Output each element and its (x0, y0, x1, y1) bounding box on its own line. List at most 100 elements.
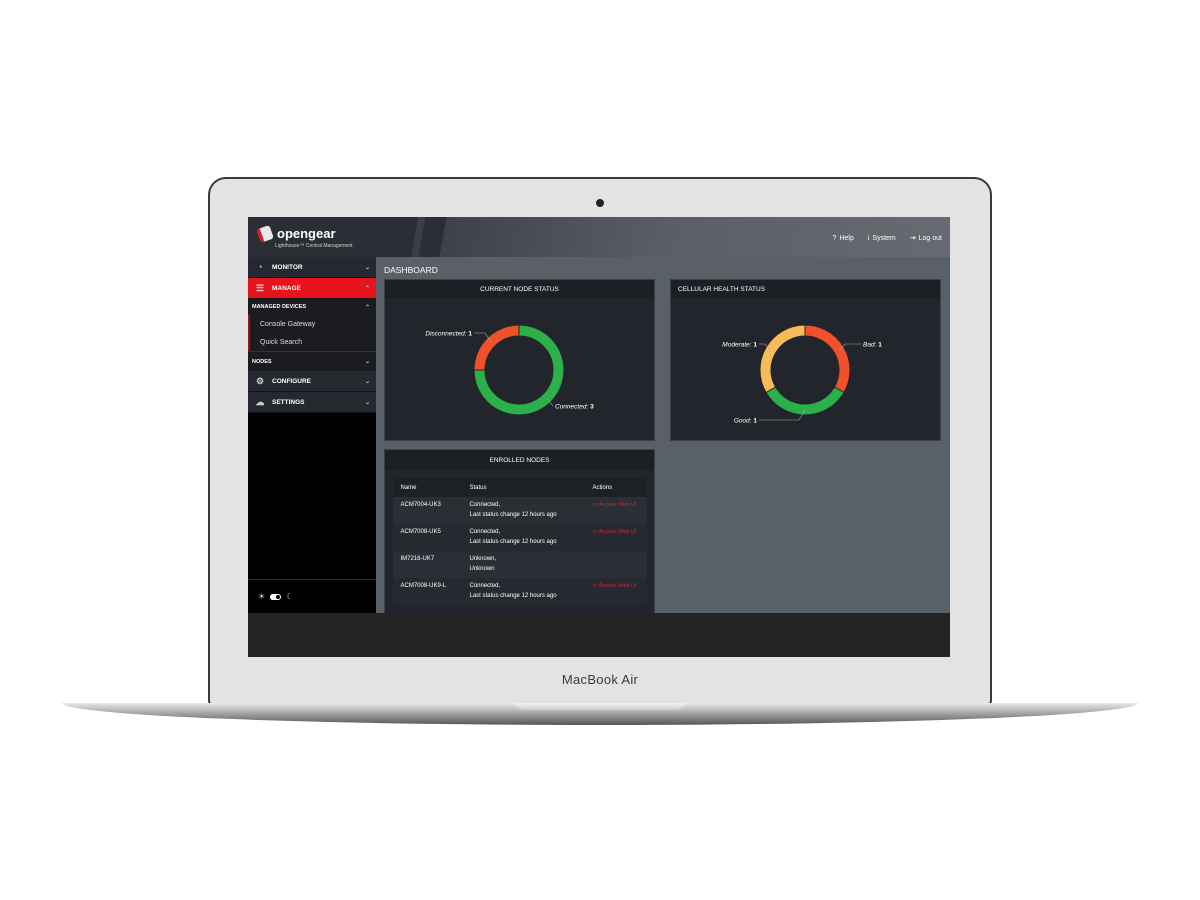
status-detail: Last status change 12 hours ago (469, 592, 557, 599)
top-links: ? Help i System ⇥ Log out (833, 234, 942, 243)
node-status-donut: Connected: 3 Disconnected: 1 (425, 324, 594, 416)
status-detail: Last status change 12 hours ago (469, 511, 557, 518)
action-label: Access Web UI (598, 529, 637, 535)
data-label: Disconnected: 1 (425, 331, 472, 338)
table-row: ACM7004-UK3 Connected, Last status change… (392, 497, 647, 524)
laptop-notch (515, 703, 685, 710)
chevron-up-icon: ⌃ (364, 304, 370, 311)
panel-title: CURRENT NODE STATUS (385, 280, 654, 298)
access-web-ui-link[interactable]: ▭ Access Web UI (593, 529, 637, 535)
system-label: System (872, 234, 896, 242)
node-status-panel: CURRENT NODE STATUS Connected: 3 Disconne… (384, 279, 655, 441)
chevron-down-icon: ⌄ (364, 264, 370, 271)
status-line: Unknown, (469, 556, 497, 562)
panel-title: CELLULAR HEALTH STATUS (671, 280, 940, 298)
node-status: Connected, Last status change 12 hours ag… (461, 578, 585, 605)
sidebar-item-label: MONITOR (272, 263, 303, 271)
chevron-down-icon: ⌄ (364, 399, 370, 406)
moon-icon: ☾ (286, 592, 294, 601)
app-window: opengear Lighthouse™ Central Management … (248, 217, 950, 613)
theme-toggle[interactable] (270, 593, 282, 600)
node-name: ACM7008-UK5 (392, 524, 462, 551)
cellular-health-donut: Bad: 1 Good: 1 Moderate: 1 (722, 324, 882, 425)
table-row: IM7216-UK7 Unknown, Unknown (392, 551, 647, 578)
sidebar-item-quick-search[interactable]: Quick Search (248, 333, 376, 351)
table-row: ACM7008-UK5 Connected, Last status change… (392, 524, 647, 551)
sidebar-item-label: CONFIGURE (272, 377, 311, 385)
donut-slice-moderate[interactable] (759, 324, 806, 394)
sidebar-item-configure[interactable]: ⚙ CONFIGURE ⌄ (248, 371, 376, 392)
access-web-ui-link[interactable]: ▭ Access Web UI (593, 583, 637, 589)
data-label: Moderate: 1 (722, 342, 757, 349)
node-name: ACM7004-UK3 (392, 497, 462, 524)
logo-subtitle: Lighthouse™ Central Management (275, 243, 353, 249)
sidebar-item-label: SETTINGS (272, 398, 305, 406)
status-detail: Last status change 12 hours ago (469, 538, 557, 545)
logout-icon: ⇥ (909, 235, 916, 242)
help-circle-icon: ? (832, 234, 837, 242)
monitor-config-icon: ⚙ (255, 376, 265, 386)
chevron-up-icon: ⌃ (364, 285, 370, 292)
sidebar-item-console-gateway[interactable]: Console Gateway (248, 315, 376, 333)
status-line: Connected, (469, 529, 501, 535)
camera (596, 199, 604, 207)
action-label: Access Web UI (598, 583, 637, 589)
top-bar: opengear Lighthouse™ Central Management … (248, 217, 950, 257)
node-name: ACM7008-UK9-L (392, 578, 462, 605)
status-line: Connected, (469, 583, 501, 589)
devices-icon: ☰ (255, 283, 265, 293)
screen: opengear Lighthouse™ Central Management … (248, 217, 950, 657)
page-title: DASHBOARD (384, 265, 438, 275)
logout-label: Log out (918, 234, 942, 242)
nodes-label: NODES (252, 358, 272, 365)
cellular-health-panel: CELLULAR HEALTH STATUS Bad: 1 Good: 1 Mode… (670, 279, 941, 441)
info-circle-icon: i (867, 234, 870, 242)
enrolled-nodes-table: Name Status Actions ACM7004-UK3 Connecte… (392, 478, 647, 605)
gauge-icon: ◔ (257, 262, 263, 272)
action-label: Access Web UI (598, 502, 637, 508)
panel-title: ENROLLED NODES (385, 450, 654, 470)
node-actions: ▭ Access Web UI (584, 524, 647, 551)
help-link[interactable]: ? Help (833, 234, 854, 242)
node-status: Unknown, Unknown (461, 551, 585, 578)
column-header-actions: Actions (584, 478, 647, 497)
managed-devices-header[interactable]: MANAGED DEVICES ⌃ (248, 299, 376, 315)
donut-slice-bad[interactable] (804, 324, 851, 394)
chevron-down-icon: ⌄ (364, 378, 370, 385)
sidebar-item-label: MANAGE (272, 284, 301, 292)
status-line: Connected, (469, 502, 501, 508)
sidebar-item-monitor[interactable]: ◔ MONITOR ⌄ (248, 257, 376, 278)
system-link[interactable]: i System (868, 234, 896, 242)
theme-switcher: ☀ ☾ (248, 579, 376, 613)
nodes-header[interactable]: NODES ⌄ (248, 351, 376, 371)
logo-text: opengear (277, 226, 336, 241)
sidebar: ◔ MONITOR ⌄ ☰ MANAGE ⌃ MANAGED DEVICES ⌃… (248, 257, 376, 613)
data-label: Bad: 1 (863, 342, 882, 349)
node-status: Connected, Last status change 12 hours ag… (461, 497, 585, 524)
status-detail: Unknown (469, 565, 495, 572)
node-actions: ▭ Access Web UI (584, 497, 647, 524)
node-actions (584, 551, 647, 578)
settings-icon: ☁ (255, 397, 265, 407)
data-label: Connected: 3 (555, 404, 594, 411)
sidebar-item-settings[interactable]: ☁ SETTINGS ⌄ (248, 392, 376, 413)
opengear-logo-icon (256, 224, 274, 243)
access-web-ui-link[interactable]: ▭ Access Web UI (593, 502, 637, 508)
managed-devices-label: MANAGED DEVICES (252, 304, 307, 310)
donut-slice-good[interactable] (765, 386, 845, 416)
sun-icon: ☀ (258, 592, 266, 601)
donut-slice-disconnected[interactable] (473, 324, 520, 371)
help-label: Help (839, 234, 854, 242)
data-label: Good: 1 (734, 418, 758, 425)
enrolled-nodes-panel: ENROLLED NODES Name Status Actions ACM70… (384, 449, 655, 613)
logout-link[interactable]: ⇥ Log out (909, 234, 942, 243)
table-row: ACM7008-UK9-L Connected, Last status chan… (392, 578, 647, 605)
node-status: Connected, Last status change 12 hours ag… (461, 524, 585, 551)
node-actions: ▭ Access Web UI (584, 578, 647, 605)
device-brand-label: MacBook Air (561, 672, 639, 687)
column-header-name[interactable]: Name (392, 478, 462, 497)
column-header-status[interactable]: Status (461, 478, 585, 497)
chevron-down-icon: ⌄ (364, 359, 370, 365)
sidebar-item-manage[interactable]: ☰ MANAGE ⌃ (248, 278, 376, 299)
logo[interactable]: opengear (256, 224, 336, 243)
